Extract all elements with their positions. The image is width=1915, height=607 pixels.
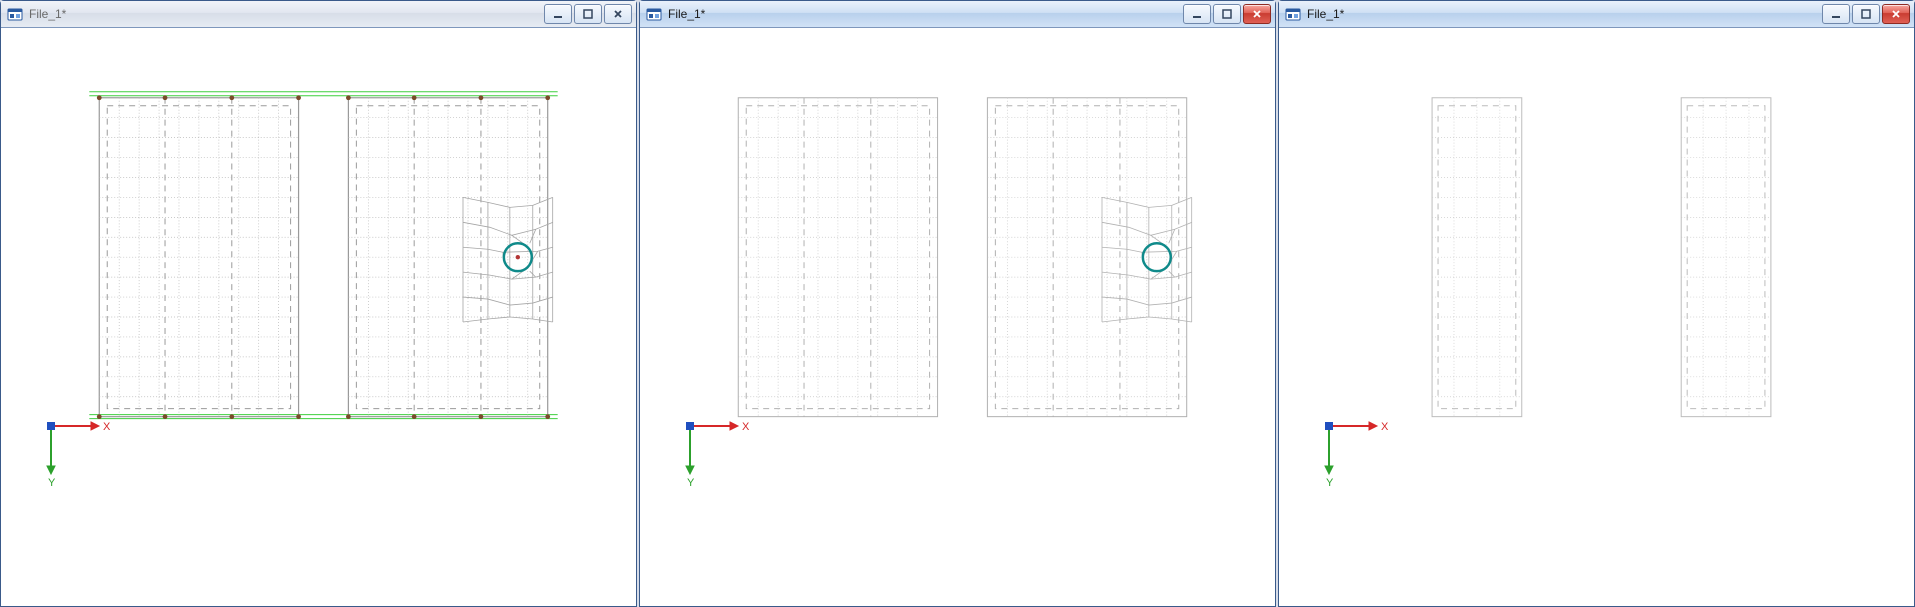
- titlebar[interactable]: File_1*: [640, 1, 1275, 28]
- window-title: File_1*: [668, 7, 1183, 21]
- app-icon: [1285, 6, 1301, 22]
- model-canvas[interactable]: [1, 28, 636, 606]
- titlebar[interactable]: File_1*: [1, 1, 636, 28]
- panel-left: [1432, 98, 1522, 417]
- viewport[interactable]: X Y: [1279, 28, 1914, 606]
- window-title: File_1*: [1307, 7, 1822, 21]
- mdi-area: File_1*: [0, 0, 1915, 607]
- close-button[interactable]: [1243, 4, 1271, 24]
- panel-right: [348, 98, 552, 417]
- panel-left: [738, 98, 937, 417]
- support-edges: [89, 92, 557, 419]
- child-window-1[interactable]: File_1*: [0, 0, 637, 607]
- titlebar[interactable]: File_1*: [1279, 1, 1914, 28]
- model-canvas[interactable]: [640, 28, 1275, 606]
- app-icon: [646, 6, 662, 22]
- panel-right: [1681, 98, 1771, 417]
- minimize-button[interactable]: [1822, 4, 1850, 24]
- panel-right: [987, 98, 1191, 417]
- close-button[interactable]: [1882, 4, 1910, 24]
- minimize-button[interactable]: [1183, 4, 1211, 24]
- opening-circle: [1143, 243, 1171, 271]
- close-button[interactable]: [604, 4, 632, 24]
- window-controls: [1183, 4, 1271, 24]
- window-controls: [1822, 4, 1910, 24]
- window-title: File_1*: [29, 7, 544, 21]
- panel-left: [99, 98, 298, 417]
- viewport[interactable]: X Y: [640, 28, 1275, 606]
- minimize-button[interactable]: [544, 4, 572, 24]
- viewport[interactable]: X Y: [1, 28, 636, 606]
- child-window-3[interactable]: File_1*: [1278, 0, 1915, 607]
- maximize-button[interactable]: [574, 4, 602, 24]
- app-icon: [7, 6, 23, 22]
- child-window-2[interactable]: File_1*: [639, 0, 1276, 607]
- maximize-button[interactable]: [1852, 4, 1880, 24]
- model-canvas[interactable]: [1279, 28, 1914, 606]
- window-controls: [544, 4, 632, 24]
- maximize-button[interactable]: [1213, 4, 1241, 24]
